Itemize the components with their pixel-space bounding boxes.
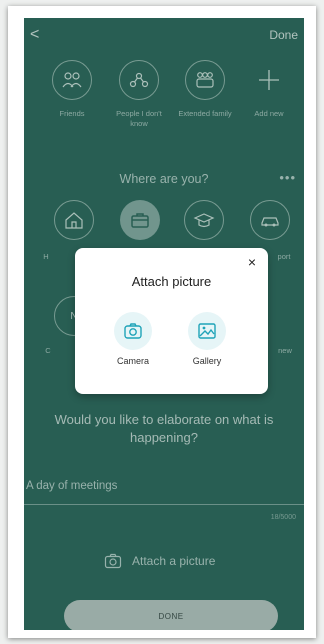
description-input[interactable]: A day of meetings [26,480,117,492]
network-icon [129,72,149,88]
gallery-option-label: Gallery [192,356,222,366]
partial-label: C [45,346,51,355]
where-school-button[interactable] [184,200,224,240]
back-button[interactable]: < [30,26,39,44]
briefcase-icon [131,213,149,228]
who-label: Friends [59,109,85,118]
family-icon [196,72,214,88]
attach-picture-button[interactable]: Attach a picture [104,553,215,569]
who-strangers-button[interactable] [119,60,159,100]
gallery-option-icon-wrap [188,312,226,350]
done-button[interactable]: DONE [64,600,278,630]
who-label: People I don't know [116,109,162,128]
camera-option[interactable]: Camera [103,312,163,366]
where-label: port [277,252,291,261]
close-icon[interactable]: × [248,254,256,270]
where-home-button[interactable] [54,200,94,240]
modal-title: Attach picture [131,274,212,289]
car-icon [261,217,279,227]
where-label: H [43,252,49,261]
where-work-button[interactable] [120,200,160,240]
attach-picture-modal: × Attach picture Camera Gallery [75,248,268,394]
graduation-cap-icon [193,213,215,228]
gallery-icon [198,323,216,339]
friends-icon [62,72,82,88]
camera-icon [124,323,142,339]
who-extended-family-button[interactable] [185,60,225,100]
where-transport-button[interactable] [250,200,290,240]
plus-icon [259,70,279,90]
who-label: Add new [254,109,284,118]
elaborate-question: Would you like to elaborate on what is h… [54,412,274,445]
character-counter: 18/5000 [270,514,296,521]
input-underline [24,504,304,505]
done-top-button[interactable]: Done [269,28,298,42]
camera-option-icon-wrap [114,312,152,350]
more-options-button[interactable]: ••• [279,170,296,185]
who-friends-button[interactable] [52,60,92,100]
camera-icon [104,553,122,569]
who-add-new-button[interactable] [254,60,284,100]
where-title: Where are you? [119,172,209,186]
attach-picture-label: Attach a picture [132,554,216,568]
camera-option-label: Camera [116,356,149,366]
home-icon [65,212,83,229]
partial-label: new [278,346,292,355]
who-label: Extended family [178,109,232,118]
gallery-option[interactable]: Gallery [177,312,237,366]
